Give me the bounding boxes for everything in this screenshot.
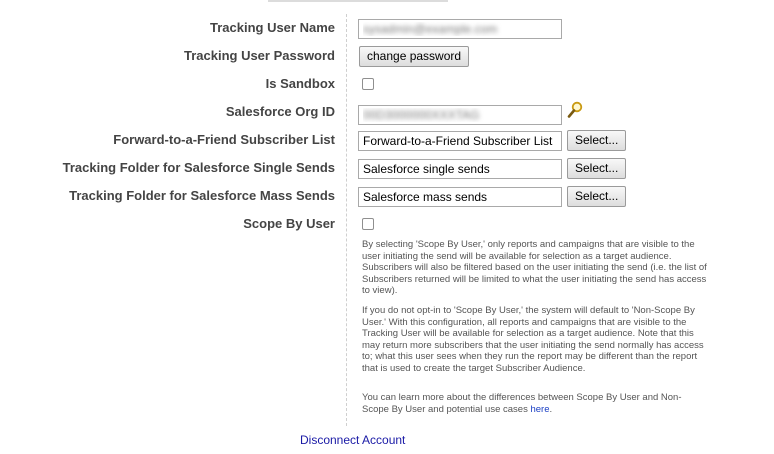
tracking-user-name-label: Tracking User Name bbox=[209, 20, 335, 35]
mass-sends-select-button[interactable]: Select... bbox=[567, 186, 627, 207]
scope-help-paragraph-2: If you do not opt-in to 'Scope By User,'… bbox=[362, 305, 704, 374]
scope-by-user-checkbox[interactable] bbox=[362, 218, 374, 230]
scope-help-period: . bbox=[549, 403, 553, 415]
learn-more-link[interactable]: here bbox=[530, 404, 549, 415]
scope-help-paragraph-3: You can learn more about the differences… bbox=[362, 392, 708, 415]
salesforce-org-id-input[interactable] bbox=[358, 105, 562, 125]
tracking-user-name-input[interactable] bbox=[358, 19, 562, 39]
mass-sends-folder-input[interactable] bbox=[358, 187, 562, 207]
change-password-button[interactable]: change password bbox=[359, 46, 470, 67]
disconnect-account-link[interactable]: Disconnect Account bbox=[300, 433, 405, 447]
scope-help-paragraph-1: By selecting 'Scope By User,' only repor… bbox=[362, 239, 707, 297]
is-sandbox-label: Is Sandbox bbox=[265, 76, 335, 91]
is-sandbox-checkbox[interactable] bbox=[362, 78, 374, 90]
column-divider bbox=[346, 14, 347, 426]
salesforce-org-id-label: Salesforce Org ID bbox=[225, 104, 335, 119]
forward-to-friend-select-button[interactable]: Select... bbox=[567, 130, 627, 151]
mass-sends-folder-label: Tracking Folder for Salesforce Mass Send… bbox=[69, 188, 335, 203]
scope-help-text: You can learn more about the differences… bbox=[362, 392, 682, 415]
single-sends-folder-input[interactable] bbox=[358, 159, 562, 179]
top-divider bbox=[268, 0, 448, 2]
scope-by-user-label: Scope By User bbox=[243, 216, 335, 231]
tracking-user-password-label: Tracking User Password bbox=[183, 48, 335, 63]
magnifier-icon[interactable] bbox=[567, 101, 583, 119]
single-sends-select-button[interactable]: Select... bbox=[567, 158, 627, 179]
forward-to-friend-label: Forward-to-a-Friend Subscriber List bbox=[113, 132, 335, 147]
forward-to-friend-input[interactable] bbox=[358, 131, 562, 151]
single-sends-folder-label: Tracking Folder for Salesforce Single Se… bbox=[62, 160, 335, 175]
